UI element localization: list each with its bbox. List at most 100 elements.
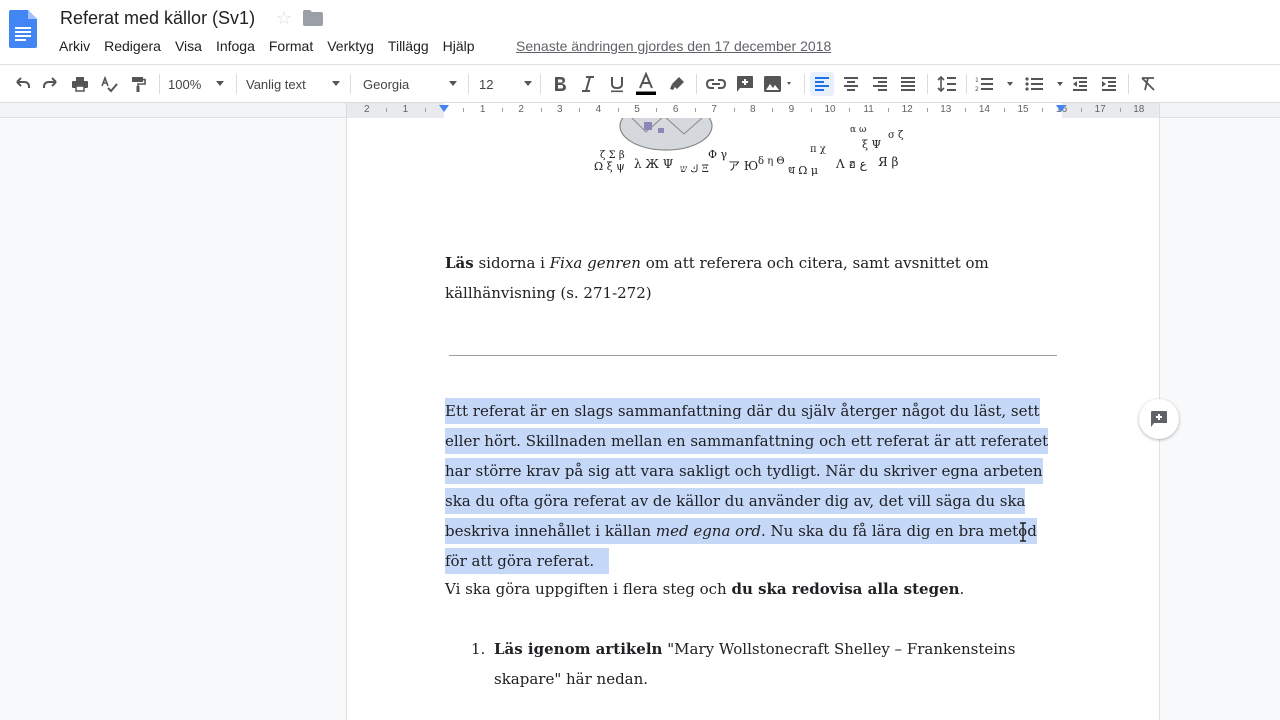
- document-page: Ω ξ ψ ζ Σ β λ Ж Ψ ك ש Ξ Φ γ ア Ю δ η Θ ध …: [346, 118, 1160, 720]
- svg-text:σ ζ: σ ζ: [888, 130, 904, 141]
- numbered-list-button[interactable]: 12: [974, 72, 1016, 96]
- decrease-indent-button[interactable]: [1068, 72, 1092, 96]
- toolbar-separator: [966, 74, 967, 94]
- spellcheck-icon: [101, 75, 118, 93]
- ruler-number: 2: [518, 104, 524, 115]
- text-span: Vi ska göra uppgiften i flera steg och: [445, 580, 732, 598]
- clear-formatting-icon: [1141, 77, 1155, 91]
- chevron-down-icon: [332, 81, 340, 86]
- zoom-value: 100%: [168, 76, 202, 92]
- star-icon[interactable]: ☆: [276, 8, 292, 29]
- menu-bar: Arkiv Redigera Visa Infoga Format Verkty…: [52, 37, 482, 55]
- ruler-tick: [463, 108, 465, 112]
- ruler-number: 3: [557, 104, 563, 115]
- menu-redigera[interactable]: Redigera: [97, 37, 168, 55]
- italic-button[interactable]: [576, 72, 600, 96]
- zoom-select[interactable]: 100%: [168, 73, 224, 95]
- menu-tillagg[interactable]: Tillägg: [381, 37, 436, 55]
- paint-format-icon: [132, 77, 146, 92]
- svg-text:ध Ω μ: ध Ω μ: [788, 164, 818, 176]
- numbered-list[interactable]: 1. Läs igenom artikeln "Mary Wollstonecr…: [445, 634, 1065, 694]
- print-icon: [72, 77, 88, 92]
- underline-icon: [611, 77, 623, 93]
- ruler-tick: [579, 108, 581, 112]
- paragraph-referat-selected[interactable]: Ett referat är en slags sammanfattning d…: [445, 396, 1057, 576]
- line-spacing-button[interactable]: [935, 72, 959, 96]
- horizontal-ruler[interactable]: 2 1 1 2 3 4 5 6 7 8 9 10 11 12 13 14 15 16 17 18: [346, 103, 1160, 118]
- italic-icon: [582, 76, 594, 92]
- bold-las-igenom: Läs igenom artikeln: [494, 640, 663, 658]
- font-value: Georgia: [363, 76, 410, 92]
- justify-button[interactable]: [896, 72, 920, 96]
- align-left-button[interactable]: [810, 72, 834, 96]
- ruler-tick: [501, 108, 503, 112]
- menu-infoga[interactable]: Infoga: [209, 37, 262, 55]
- ruler-number: 2: [364, 104, 370, 115]
- right-indent-marker[interactable]: [1056, 105, 1066, 112]
- font-select[interactable]: Georgia: [363, 73, 457, 95]
- ruler-tick: [694, 108, 696, 112]
- toolbar-separator: [804, 74, 805, 94]
- align-right-icon: [873, 77, 887, 91]
- spellcheck-button[interactable]: [97, 72, 121, 96]
- ruler-tick: [540, 108, 542, 112]
- paragraph-steps[interactable]: Vi ska göra uppgiften i flera steg och d…: [445, 574, 1065, 604]
- add-comment-button[interactable]: [733, 72, 757, 96]
- print-button[interactable]: [68, 72, 92, 96]
- bold-button[interactable]: [548, 72, 572, 96]
- align-center-button[interactable]: [839, 72, 863, 96]
- clear-formatting-button[interactable]: [1136, 72, 1160, 96]
- svg-text:δ η Θ: δ η Θ: [758, 156, 785, 167]
- text-span: sidorna i: [473, 254, 550, 272]
- ruler-strip: 2 1 1 2 3 4 5 6 7 8 9 10 11 12 13 14 15 16 17 18: [0, 103, 1280, 118]
- ruler-tick: [617, 108, 619, 112]
- ruler-number: 6: [672, 104, 679, 115]
- ruler-number: 9: [788, 104, 795, 115]
- highlight-button[interactable]: [665, 72, 689, 96]
- line-spacing-icon: [937, 76, 956, 92]
- menu-format[interactable]: Format: [262, 37, 320, 55]
- undo-button[interactable]: [10, 72, 34, 96]
- list-item[interactable]: 1. Läs igenom artikeln "Mary Wollstonecr…: [445, 634, 1065, 694]
- increase-indent-button[interactable]: [1097, 72, 1121, 96]
- menu-hjalp[interactable]: Hjälp: [436, 37, 482, 55]
- font-size-value: 12: [479, 76, 494, 92]
- ruler-number: 7: [711, 104, 717, 115]
- bulleted-list-button[interactable]: [1024, 72, 1066, 96]
- ruler-tick: [1042, 108, 1044, 112]
- svg-text:ζ Σ β: ζ Σ β: [600, 150, 625, 161]
- ruler-tick: [656, 108, 658, 112]
- ruler-number: 18: [1133, 104, 1145, 115]
- svg-text:ア Ю: ア Ю: [728, 159, 758, 173]
- paragraph-style-select[interactable]: Vanlig text: [246, 73, 340, 95]
- wikipedia-puzzle-globe-image[interactable]: Ω ξ ψ ζ Σ β λ Ж Ψ ك ש Ξ Φ γ ア Ю δ η Θ ध …: [588, 118, 916, 176]
- left-indent-marker[interactable]: [439, 105, 449, 112]
- menu-arkiv[interactable]: Arkiv: [52, 37, 97, 55]
- document-title[interactable]: Referat med källor (Sv1): [60, 8, 255, 29]
- ruler-number: 17: [1094, 104, 1106, 115]
- folder-icon[interactable]: [303, 10, 323, 26]
- paint-format-button[interactable]: [126, 72, 150, 96]
- ruler-tick: [849, 108, 851, 112]
- last-edit-link[interactable]: Senaste ändringen gjordes den 17 decembe…: [516, 38, 831, 54]
- docs-logo-icon[interactable]: [9, 10, 37, 48]
- document-canvas: Ω ξ ψ ζ Σ β λ Ж Ψ ك ש Ξ Φ γ ア Ю δ η Θ ध …: [0, 118, 1280, 720]
- menu-visa[interactable]: Visa: [168, 37, 209, 55]
- text-cursor-icon: [1020, 522, 1026, 542]
- font-size-select[interactable]: 12: [479, 73, 532, 95]
- underline-button[interactable]: [605, 72, 629, 96]
- ruler-number: 4: [595, 104, 602, 115]
- paragraph-reading-instruction[interactable]: Läs sidorna i Fixa genren om att referer…: [445, 248, 1065, 308]
- svg-text:Ω ξ ψ: Ω ξ ψ: [594, 160, 625, 173]
- paragraph-style-value: Vanlig text: [246, 76, 306, 92]
- redo-button[interactable]: [39, 72, 63, 96]
- menu-verktyg[interactable]: Verktyg: [320, 37, 381, 55]
- add-comment-icon: [1151, 411, 1167, 427]
- add-comment-floating-button[interactable]: [1139, 399, 1179, 439]
- link-button[interactable]: [704, 72, 728, 96]
- align-right-button[interactable]: [868, 72, 892, 96]
- insert-image-button[interactable]: [762, 72, 796, 96]
- title-bar: Referat med källor (Sv1) ☆ Arkiv Rediger…: [0, 0, 1280, 64]
- ruler-number: 1: [402, 104, 409, 115]
- text-color-button[interactable]: [634, 72, 658, 96]
